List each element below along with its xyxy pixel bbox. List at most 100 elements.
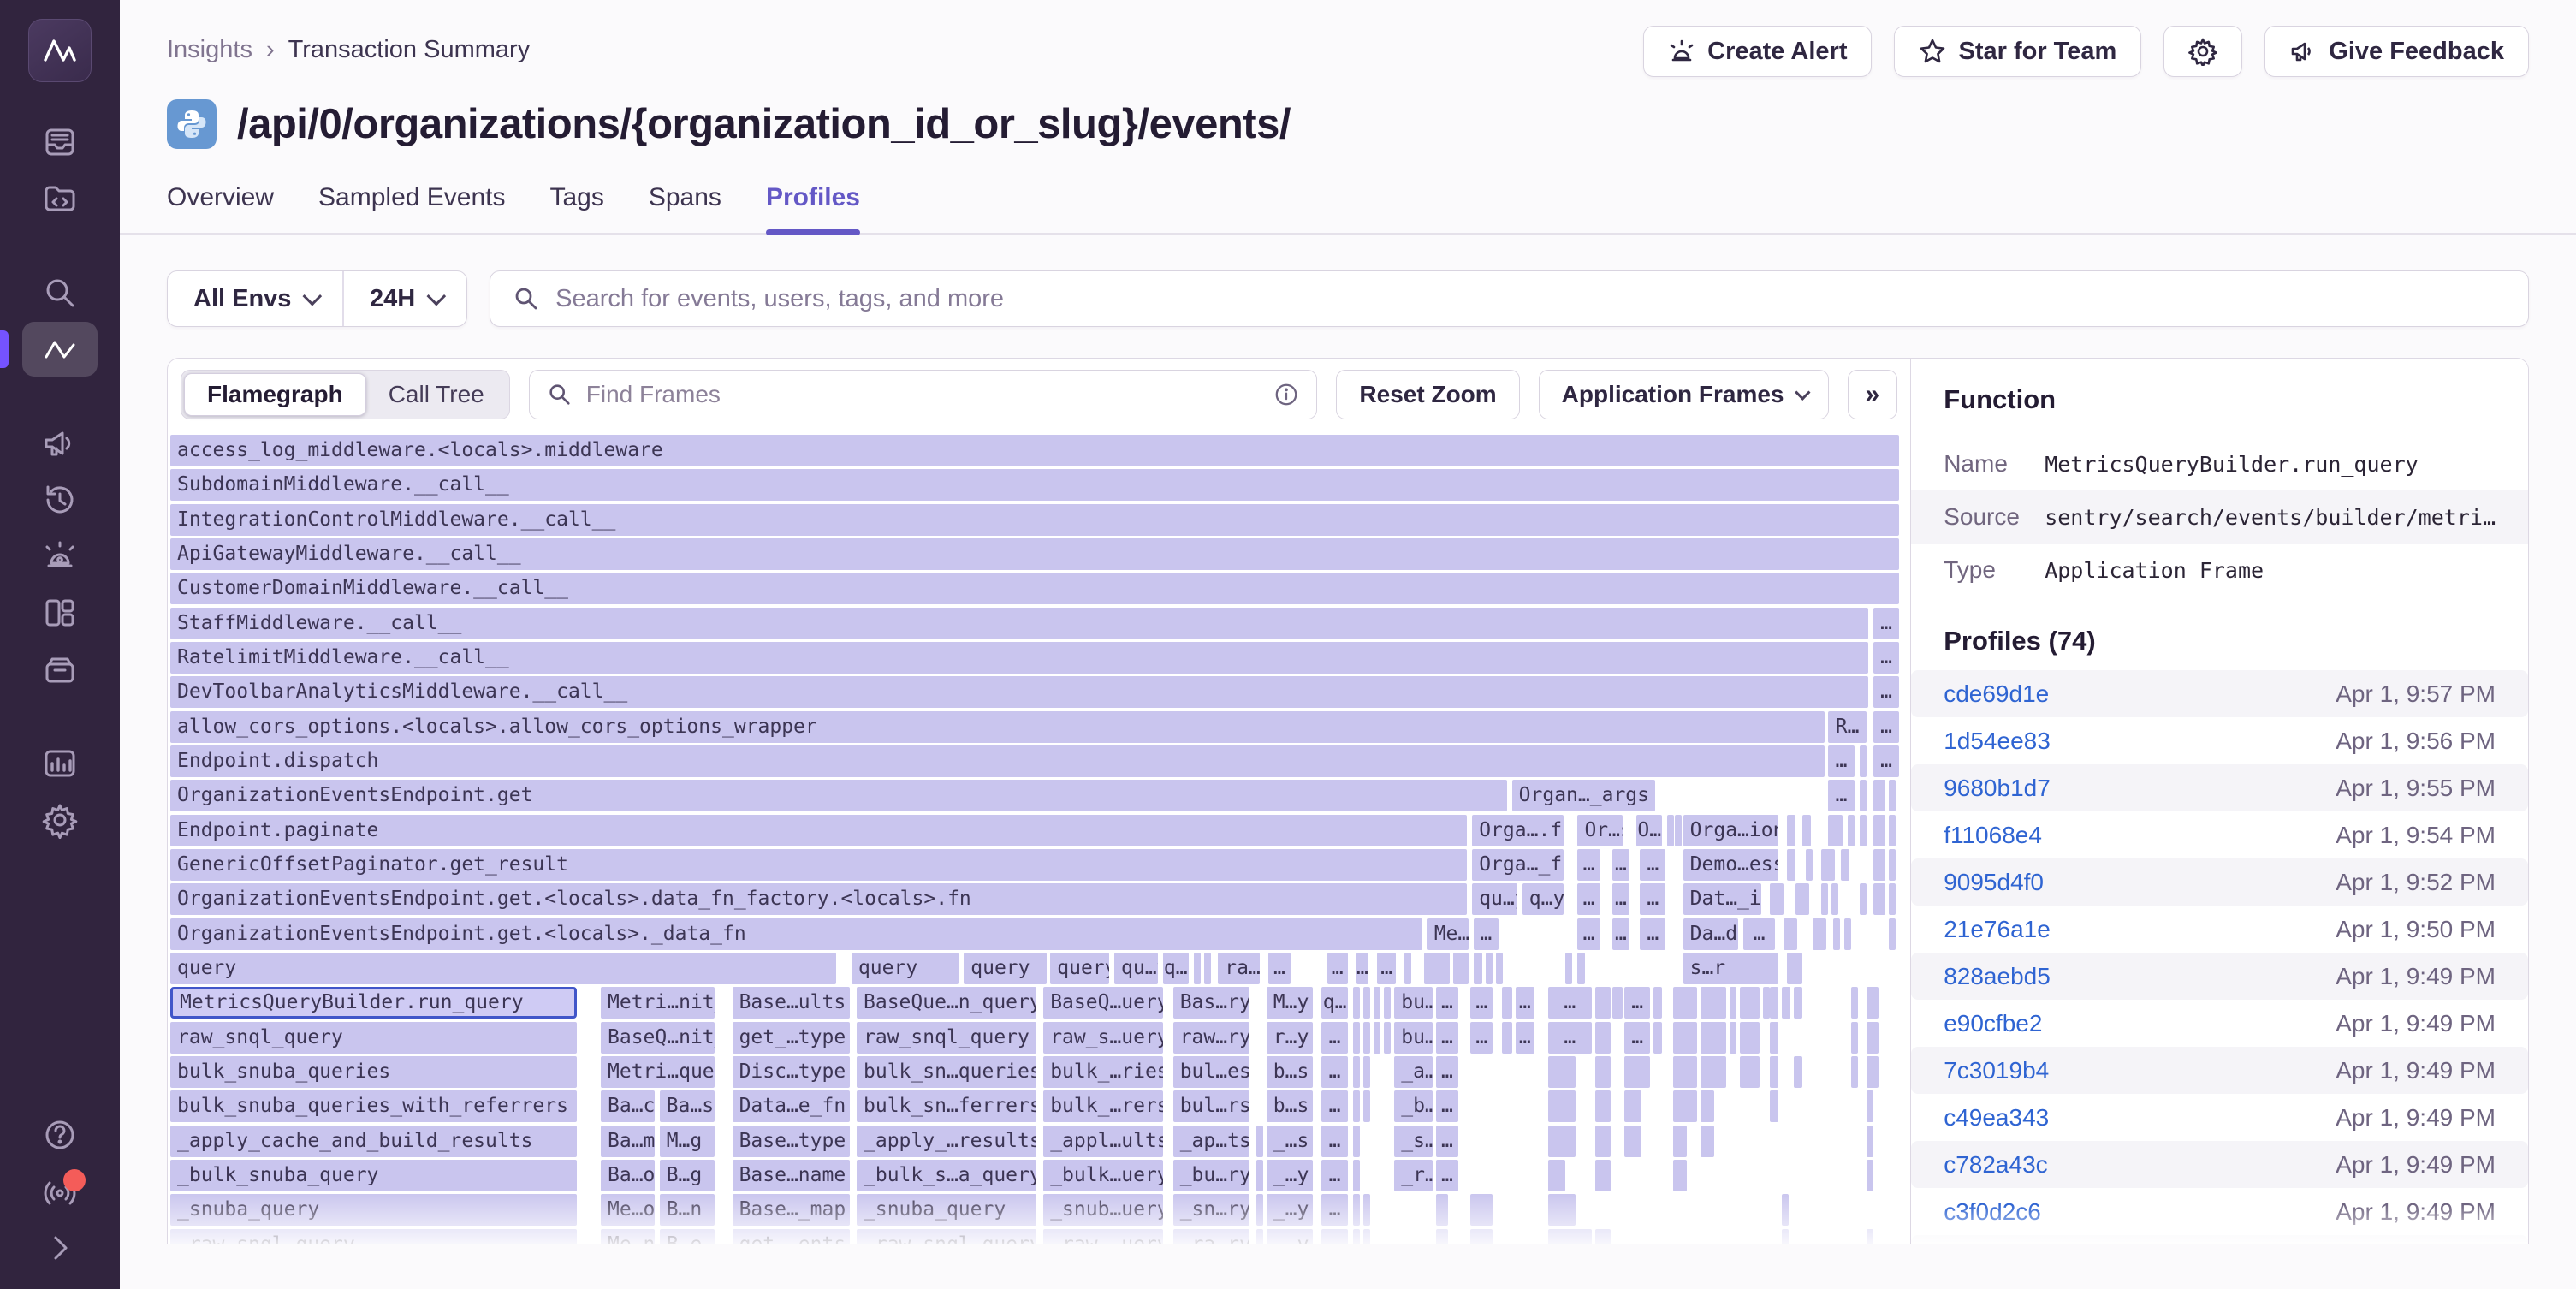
profile-link[interactable]: c782a43c xyxy=(1944,1151,2047,1179)
frame-sliver[interactable] xyxy=(1701,1090,1714,1122)
frame-sliver[interactable] xyxy=(1867,1056,1879,1088)
frame-sliver[interactable] xyxy=(1844,918,1851,950)
frame-_apply_results[interactable]: _apply_…results xyxy=(857,1126,1036,1157)
frame-_sy[interactable]: _s…y xyxy=(1394,1126,1432,1157)
frame-sliver[interactable] xyxy=(1673,1090,1697,1122)
frame-[interactable]: … xyxy=(1516,987,1534,1019)
frame-sliver[interactable] xyxy=(1673,1126,1687,1157)
frame-sliver[interactable] xyxy=(1204,953,1211,984)
create-alert-button[interactable]: Create Alert xyxy=(1643,26,1872,77)
frame-_raw_uery[interactable]: _raw_…uery xyxy=(1043,1229,1162,1244)
frame-sliver[interactable] xyxy=(1867,987,1879,1019)
tab-overview[interactable]: Overview xyxy=(167,183,274,233)
frame-_bulk_sa_query[interactable]: _bulk_s…a_query xyxy=(857,1160,1036,1191)
frame-_snuba_query[interactable]: _snuba_query xyxy=(170,1194,577,1226)
frame-sliver[interactable] xyxy=(1787,953,1802,984)
frame-sliver[interactable] xyxy=(1787,815,1795,846)
frame-bulrs[interactable]: bul…rs xyxy=(1173,1090,1249,1122)
frame-sliver[interactable] xyxy=(1889,849,1896,881)
frame-OrganizationEventsEndpointget[interactable]: OrganizationEventsEndpoint.get xyxy=(170,780,1507,811)
frame-sliver[interactable] xyxy=(1384,1022,1391,1054)
frame-bus[interactable]: bu…s xyxy=(1394,1022,1432,1054)
frame-BaseQnit__[interactable]: BaseQ…nit__ xyxy=(601,1022,715,1054)
tab-spans[interactable]: Spans xyxy=(649,183,721,233)
frame-Metrinit__[interactable]: Metri…nit__ xyxy=(601,987,715,1019)
frame-sliver[interactable] xyxy=(1770,1022,1778,1054)
frame-sliver[interactable] xyxy=(1353,1229,1360,1244)
frame-[interactable]: … xyxy=(1327,953,1348,984)
frame-sliver[interactable] xyxy=(1740,1056,1759,1088)
frame-raw_snql_query[interactable]: raw_snql_query xyxy=(857,1022,1036,1054)
frame-get_type[interactable]: get_…type xyxy=(733,1022,850,1054)
frame-[interactable]: … xyxy=(1873,608,1899,639)
frame-Mey[interactable]: Me…y xyxy=(1427,918,1469,950)
profile-link[interactable]: e90cfbe2 xyxy=(1944,1010,2042,1037)
frame-Bact[interactable]: Ba…ct xyxy=(601,1090,655,1122)
frame-sliver[interactable] xyxy=(1653,1022,1662,1054)
tab-sampled-events[interactable]: Sampled Events xyxy=(318,183,505,233)
frame-Endpointpaginate[interactable]: Endpoint.paginate xyxy=(170,815,1467,846)
frame-sliver[interactable] xyxy=(1763,987,1770,1019)
sidebar-item-collapse[interactable] xyxy=(22,1221,98,1275)
frame-Bamn[interactable]: Ba…mn xyxy=(601,1126,655,1157)
frame-sliver[interactable] xyxy=(1624,1126,1641,1157)
frame-sliver[interactable] xyxy=(1363,1194,1370,1226)
frame-[interactable]: … xyxy=(1268,953,1291,984)
frame-_y[interactable]: _…y xyxy=(1267,1194,1314,1226)
frame-sliver[interactable] xyxy=(1841,849,1849,881)
frame-bulk_rers[interactable]: bulk_…rers xyxy=(1043,1090,1162,1122)
frame-sliver[interactable] xyxy=(1548,1160,1565,1191)
frame-sliver[interactable] xyxy=(1548,1056,1576,1088)
frame-sliver[interactable] xyxy=(1470,1194,1493,1226)
frame-Men[interactable]: Me…n xyxy=(601,1229,655,1244)
sentry-logo-icon[interactable] xyxy=(28,19,92,82)
frame-sliver[interactable] xyxy=(1873,883,1885,915)
sidebar-item-search[interactable] xyxy=(22,265,98,320)
frame-Basetype[interactable]: Base…type xyxy=(733,1126,850,1157)
frame-sliver[interactable] xyxy=(1867,1160,1873,1191)
frame-[interactable]: … xyxy=(1640,883,1665,915)
frame-sliver[interactable] xyxy=(1595,1090,1611,1122)
frame-_apply_cache_and_build_results[interactable]: _apply_cache_and_build_results xyxy=(170,1126,577,1157)
frame-[interactable]: … xyxy=(1436,1090,1458,1122)
frame-Endpointdispatch[interactable]: Endpoint.dispatch xyxy=(170,745,1825,777)
frame-sliver[interactable] xyxy=(1828,815,1842,846)
frame-Bg[interactable]: B…g xyxy=(660,1160,715,1191)
frame-get_ents[interactable]: get_…ents xyxy=(733,1229,850,1244)
collapse-panel-button[interactable]: » xyxy=(1848,370,1898,419)
frame-_rary[interactable]: _ra…ry xyxy=(1173,1229,1249,1244)
frame-query[interactable]: query xyxy=(170,953,836,984)
frame-sliver[interactable] xyxy=(1851,1022,1858,1054)
frame-sliver[interactable] xyxy=(1436,1229,1448,1244)
frame-sliver[interactable] xyxy=(1502,1022,1512,1054)
frame-[interactable]: … xyxy=(1873,745,1899,777)
frame-sliver[interactable] xyxy=(1404,953,1411,984)
frame-sliver[interactable] xyxy=(1595,987,1611,1019)
frame-[interactable]: … xyxy=(1640,918,1665,950)
frame-sliver[interactable] xyxy=(1548,1194,1576,1226)
frame-sliver[interactable] xyxy=(1701,1126,1714,1157)
frame-BaseQuen_query[interactable]: BaseQue…n_query xyxy=(857,987,1036,1019)
frame-bus[interactable]: bu…s xyxy=(1394,987,1432,1019)
frame-sliver[interactable] xyxy=(1667,815,1674,846)
frame-sliver[interactable] xyxy=(1474,953,1482,984)
frame-sliver[interactable] xyxy=(1701,1022,1726,1054)
sidebar-item-help[interactable] xyxy=(22,1108,98,1162)
event-search-bar[interactable] xyxy=(490,270,2529,327)
frame-raw_suery[interactable]: raw_s…uery xyxy=(1043,1022,1162,1054)
frame-Datae_fn[interactable]: Data…e_fn xyxy=(733,1090,850,1122)
frame-sliver[interactable] xyxy=(1353,1160,1360,1191)
frame-bulk_ries[interactable]: bulk_…ries xyxy=(1043,1056,1162,1088)
frame-[interactable]: … xyxy=(1612,883,1629,915)
frame-sliver[interactable] xyxy=(1595,1056,1611,1088)
frame-Bn[interactable]: B…n xyxy=(660,1194,715,1226)
frame-sliver[interactable] xyxy=(1860,745,1867,777)
frame-sliver[interactable] xyxy=(1502,987,1512,1019)
frame-_snubuery[interactable]: _snub…uery xyxy=(1043,1194,1162,1226)
frame-bules[interactable]: bul…es xyxy=(1173,1056,1249,1088)
frame-_applults[interactable]: _appl…ults xyxy=(1043,1126,1162,1157)
frame-sliver[interactable] xyxy=(1548,1126,1576,1157)
frame-sliver[interactable] xyxy=(1624,1056,1650,1088)
frame-sliver[interactable] xyxy=(1363,987,1370,1019)
profile-link[interactable]: 21e76a1e xyxy=(1944,916,2051,943)
